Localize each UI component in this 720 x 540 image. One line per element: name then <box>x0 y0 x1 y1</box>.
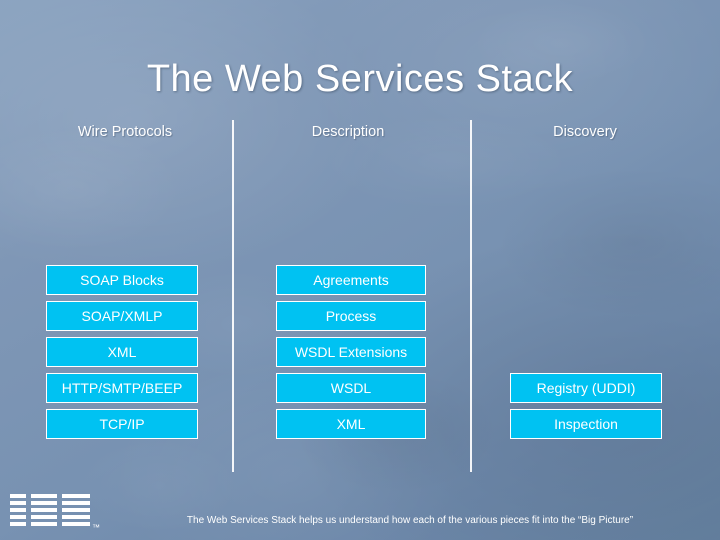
cell-description-1: Process <box>276 301 426 331</box>
slide: The Web Services Stack Wire Protocols De… <box>0 0 720 540</box>
cell-wire-2: XML <box>46 337 198 367</box>
cell-wire-0: SOAP Blocks <box>46 265 198 295</box>
column-divider-right <box>470 120 472 472</box>
cell-description-3: WSDL <box>276 373 426 403</box>
cell-wire-4: TCP/IP <box>46 409 198 439</box>
column-header-wire-protocols: Wire Protocols <box>77 124 173 140</box>
ibm-logo <box>10 492 90 532</box>
slide-footer-text: The Web Services Stack helps us understa… <box>186 515 634 526</box>
cell-wire-3: HTTP/SMTP/BEEP <box>46 373 198 403</box>
cell-description-2: WSDL Extensions <box>276 337 426 367</box>
cell-wire-1: SOAP/XMLP <box>46 301 198 331</box>
cell-discovery-3: Registry (UDDI) <box>510 373 662 403</box>
page-title: The Web Services Stack <box>146 58 574 100</box>
column-header-description: Description <box>311 124 385 140</box>
column-header-discovery: Discovery <box>553 124 617 140</box>
cell-description-4: XML <box>276 409 426 439</box>
cell-description-0: Agreements <box>276 265 426 295</box>
column-divider-left <box>232 120 234 472</box>
trademark-symbol: ™ <box>92 523 100 532</box>
cell-discovery-4: Inspection <box>510 409 662 439</box>
